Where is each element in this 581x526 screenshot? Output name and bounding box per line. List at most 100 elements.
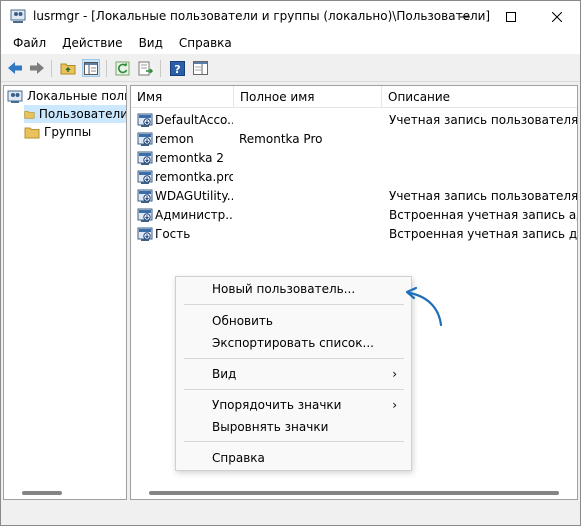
ctx-new-user[interactable]: Новый пользователь... — [176, 278, 411, 300]
column-header-description[interactable]: Описание — [382, 86, 577, 108]
forward-arrow-icon — [30, 62, 44, 74]
cell-fullname — [239, 206, 379, 225]
toolbar: ? — [1, 55, 580, 82]
toolbar-separator — [51, 60, 52, 77]
table-row[interactable]: DefaultAcco... Учетная запись пользовател… — [131, 111, 577, 130]
user-icon — [137, 170, 153, 184]
export-list-icon — [138, 61, 154, 75]
tree-item-users[interactable]: Пользователи — [24, 105, 127, 123]
table-row[interactable]: remon Remontka Pro — [131, 130, 577, 149]
close-icon — [552, 11, 562, 22]
users-groups-icon — [7, 90, 23, 103]
ctx-view[interactable]: Вид › — [176, 363, 411, 385]
close-button[interactable] — [534, 1, 580, 32]
minimize-icon — [460, 16, 470, 17]
user-icon — [137, 132, 153, 146]
cell-fullname — [239, 111, 379, 130]
up-folder-icon — [60, 63, 76, 75]
back-button[interactable] — [6, 59, 24, 77]
minimize-button[interactable] — [442, 1, 488, 32]
cell-description — [389, 130, 577, 149]
list-header: Имя Полное имя Описание — [131, 86, 577, 108]
cell-description: Встроенная учетная запись для ... — [389, 227, 577, 241]
cell-name: remon — [155, 132, 194, 146]
cell-fullname — [239, 225, 379, 244]
action-pane-icon — [192, 61, 208, 75]
cell-fullname — [239, 149, 379, 168]
folder-icon — [24, 110, 35, 119]
ctx-refresh[interactable]: Обновить — [176, 310, 411, 332]
console-tree-pane[interactable]: Локальные польз Пользователи Группы — [3, 85, 127, 500]
forward-button[interactable] — [28, 59, 46, 77]
ctx-arrange-icons[interactable]: Упорядочить значки › — [176, 394, 411, 416]
menu-file[interactable]: Файл — [5, 32, 54, 54]
column-header-fullname[interactable]: Полное имя — [234, 86, 382, 108]
ctx-separator — [184, 358, 404, 359]
ctx-export-list[interactable]: Экспортировать список... — [176, 332, 411, 354]
ctx-align-icons[interactable]: Выровнять значки — [176, 416, 411, 438]
cell-description — [389, 149, 577, 168]
up-folder-button[interactable] — [59, 59, 77, 77]
show-action-pane-button[interactable] — [191, 59, 209, 77]
cell-fullname — [239, 168, 379, 187]
cell-name: remontka 2 — [155, 151, 224, 165]
help-icon: ? — [169, 60, 185, 76]
tree-root-label: Локальные польз — [27, 89, 127, 103]
folder-icon — [24, 127, 40, 138]
tree-item-groups[interactable]: Группы — [24, 123, 91, 141]
tree-horizontal-scrollbar[interactable] — [22, 491, 62, 495]
ctx-separator — [184, 389, 404, 390]
lusrmgr-window: lusrmgr - [Локальные пользователи и груп… — [0, 0, 581, 526]
svg-text:?: ? — [174, 63, 180, 76]
ctx-help[interactable]: Справка — [176, 447, 411, 469]
menu-action[interactable]: Действие — [54, 32, 130, 54]
refresh-button[interactable] — [114, 59, 132, 77]
cell-description: Встроенная учетная запись адм... — [389, 208, 577, 222]
users-app-icon — [10, 9, 26, 23]
ctx-view-label: Вид — [212, 367, 237, 381]
menu-help[interactable]: Справка — [171, 32, 240, 54]
user-icon — [137, 189, 153, 203]
list-horizontal-scrollbar[interactable] — [149, 491, 559, 495]
refresh-icon — [115, 61, 130, 75]
back-arrow-icon — [8, 62, 22, 74]
menu-view[interactable]: Вид — [131, 32, 171, 54]
export-list-button[interactable] — [137, 59, 155, 77]
table-row[interactable]: Гость Встроенная учетная запись для ... — [131, 225, 577, 244]
tree-item-users-label: Пользователи — [38, 107, 127, 121]
column-header-name[interactable]: Имя — [131, 86, 234, 108]
tree-root-local-users[interactable]: Локальные польз — [7, 87, 127, 105]
cell-name: remontka.pro — [155, 170, 233, 184]
context-menu: Новый пользователь... Обновить Экспортир… — [175, 276, 412, 471]
cell-name: WDAGUtility... — [155, 189, 233, 203]
cell-name: Администр... — [155, 208, 233, 222]
maximize-button[interactable] — [488, 1, 534, 32]
help-button[interactable]: ? — [168, 59, 186, 77]
cell-name: Гость — [155, 227, 191, 241]
title-bar[interactable]: lusrmgr - [Локальные пользователи и груп… — [1, 1, 580, 32]
ctx-separator — [184, 441, 404, 442]
cell-description: Учетная запись пользователя, к... — [389, 189, 577, 203]
cell-name: DefaultAcco... — [155, 113, 233, 127]
cell-fullname: Remontka Pro — [239, 132, 323, 146]
user-icon — [137, 208, 153, 222]
table-row[interactable]: remontka.pro — [131, 168, 577, 187]
cell-description — [389, 168, 577, 187]
console-tree-icon — [84, 61, 98, 75]
window-title: lusrmgr - [Локальные пользователи и груп… — [33, 9, 491, 23]
cell-fullname — [239, 187, 379, 206]
cell-description: Учетная запись пользователя, у... — [389, 113, 577, 127]
table-row[interactable]: Администр... Встроенная учетная запись ад… — [131, 206, 577, 225]
menu-bar: Файл Действие Вид Справка — [1, 32, 580, 54]
annotation-arrow-icon — [405, 286, 443, 327]
user-icon — [137, 113, 153, 127]
maximize-icon — [506, 11, 516, 22]
tree-item-groups-label: Группы — [44, 125, 92, 139]
toolbar-separator — [106, 60, 107, 77]
user-icon — [137, 151, 153, 165]
user-icon — [137, 227, 153, 241]
table-row[interactable]: remontka 2 — [131, 149, 577, 168]
show-tree-button[interactable] — [82, 59, 100, 77]
table-row[interactable]: WDAGUtility... Учетная запись пользовател… — [131, 187, 577, 206]
toolbar-separator — [160, 60, 161, 77]
